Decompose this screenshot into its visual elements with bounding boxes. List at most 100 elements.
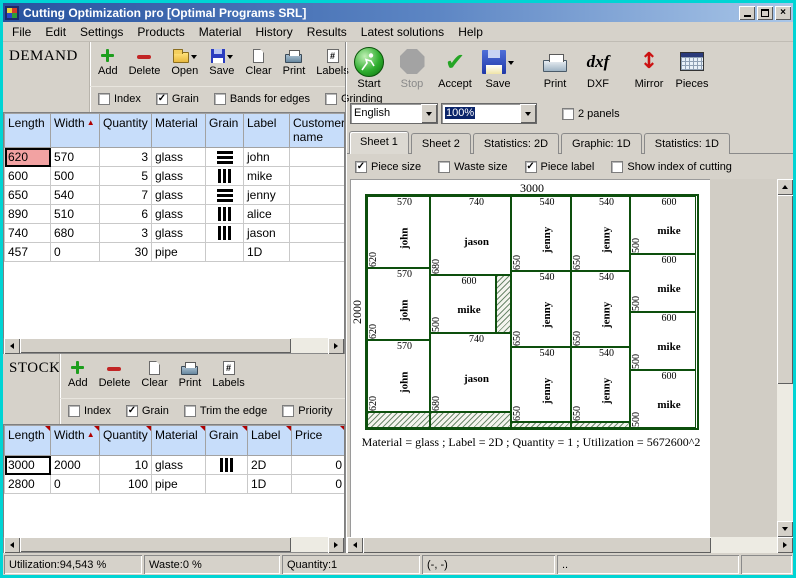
scroll-left-button[interactable] [4,338,20,354]
checkbox-grain[interactable]: ✓Grain [156,93,199,105]
column-header-material[interactable]: Material [152,426,206,456]
dropdown-arrow-icon[interactable] [508,61,514,68]
cell-customer[interactable] [290,148,346,167]
scroll-up-button[interactable] [777,179,793,195]
cell-customer[interactable] [290,167,346,186]
column-header-quantity[interactable]: Quantity [100,426,152,456]
cell-grain[interactable] [206,205,244,224]
column-header-length[interactable]: Length [5,114,51,148]
checkbox-show-index-of-cutting[interactable]: Show index of cutting [611,161,732,173]
scroll-track[interactable] [20,537,328,552]
cell-price[interactable]: 0 [292,456,346,475]
maximize-button[interactable] [757,6,773,20]
tab-sheet-1[interactable]: Sheet 1 [349,131,409,154]
save-button[interactable]: Save [209,46,234,77]
cell-material[interactable]: pipe [152,475,206,494]
minimize-button[interactable] [739,6,755,20]
dxf-button[interactable]: DXF [580,45,616,90]
cell-customer[interactable] [290,224,346,243]
clear-button[interactable]: Clear [245,46,271,77]
cell-quantity[interactable]: 5 [100,167,152,186]
cell-material[interactable]: glass [152,224,206,243]
column-header-price[interactable]: Price [292,426,346,456]
cell-material[interactable]: glass [152,456,206,475]
scroll-track[interactable] [363,537,777,553]
cell-label[interactable]: alice [244,205,290,224]
cell-grain[interactable] [206,243,244,262]
cell-grain[interactable] [206,148,244,167]
cell-customer[interactable] [290,186,346,205]
save-button[interactable]: Save [480,45,516,90]
cell-width[interactable]: 0 [51,475,100,494]
cell-length[interactable]: 457 [5,243,51,262]
checkbox-grain[interactable]: ✓Grain [126,405,169,417]
cell-quantity[interactable]: 10 [100,456,152,475]
cell-label[interactable]: 1D [244,243,290,262]
mirror-button[interactable]: ↕Mirror [631,45,667,90]
cell-grain[interactable] [206,456,248,475]
labels-button[interactable]: Labels [316,46,348,77]
checkbox-index[interactable]: Index [98,93,141,105]
menu-item-material[interactable]: Material [192,22,249,42]
cell-grain[interactable] [206,475,248,494]
pieces-button[interactable]: Pieces [674,45,710,90]
close-button[interactable]: × [775,6,791,20]
checkbox-waste-size[interactable]: Waste size [438,161,507,173]
language-select[interactable]: English [350,103,438,124]
cell-width[interactable]: 510 [51,205,100,224]
column-header-width[interactable]: Width▲ [51,426,100,456]
column-header-length[interactable]: Length [5,426,51,456]
column-header-quantity[interactable]: Quantity [100,114,152,148]
diagram-vertical-scrollbar[interactable] [777,179,793,537]
cell-label[interactable]: 1D [248,475,292,494]
print-button[interactable]: Print [537,45,573,90]
cell-width[interactable]: 500 [51,167,100,186]
cell-length[interactable]: 620 [5,148,51,167]
add-button[interactable]: Add [98,46,118,77]
cell-width[interactable]: 0 [51,243,100,262]
cell-width[interactable]: 680 [51,224,100,243]
cell-material[interactable]: glass [152,186,206,205]
menu-item-latest-solutions[interactable]: Latest solutions [354,22,451,42]
tab-sheet-2[interactable]: Sheet 2 [411,133,471,154]
checkbox-trim-the-edge[interactable]: Trim the edge [184,405,267,417]
diagram-horizontal-scrollbar[interactable] [347,537,793,553]
scroll-thumb[interactable] [20,537,291,552]
delete-button[interactable]: Delete [129,46,161,77]
cell-material[interactable]: pipe [152,243,206,262]
menu-item-help[interactable]: Help [451,22,490,42]
checkbox-index[interactable]: Index [68,405,111,417]
column-header-width[interactable]: Width▲ [51,114,100,148]
demand-table-horizontal-scrollbar[interactable] [3,338,345,354]
cell-material[interactable]: glass [152,205,206,224]
menu-item-edit[interactable]: Edit [38,22,73,42]
cell-quantity[interactable]: 30 [100,243,152,262]
scroll-right-button[interactable] [777,537,793,553]
cell-length[interactable]: 2800 [5,475,51,494]
cell-label[interactable]: jason [244,224,290,243]
cell-quantity[interactable]: 3 [100,224,152,243]
cell-label[interactable]: 2D [248,456,292,475]
labels-button[interactable]: Labels [212,358,244,389]
clear-button[interactable]: Clear [141,358,167,389]
cell-width[interactable]: 2000 [51,456,100,475]
open-button[interactable]: Open [171,46,198,77]
delete-button[interactable]: Delete [99,358,131,389]
scroll-left-button[interactable] [4,537,20,553]
cell-width[interactable]: 540 [51,186,100,205]
menu-item-results[interactable]: Results [300,22,354,42]
zoom-dropdown-button[interactable] [520,104,536,123]
checkbox-2-panels[interactable]: 2 panels [562,108,620,120]
dropdown-arrow-icon[interactable] [191,55,197,62]
scroll-track[interactable] [777,195,793,521]
cell-label[interactable]: mike [244,167,290,186]
menu-item-file[interactable]: File [5,22,38,42]
accept-button[interactable]: ✔Accept [437,45,473,90]
cell-customer[interactable] [290,243,346,262]
scroll-right-button[interactable] [328,537,344,553]
cell-length[interactable]: 650 [5,186,51,205]
print-button[interactable]: Print [283,46,306,77]
zoom-select[interactable]: 100% [441,103,537,124]
scroll-right-button[interactable] [328,338,344,354]
cell-quantity[interactable]: 6 [100,205,152,224]
